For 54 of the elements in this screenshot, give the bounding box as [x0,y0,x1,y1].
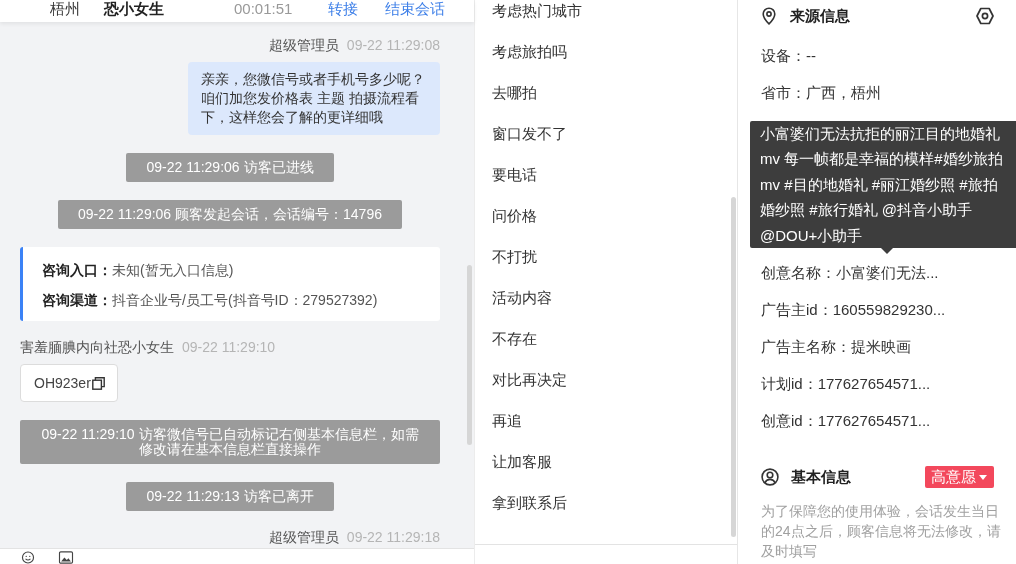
sender-name: 超级管理员 [268,529,339,545]
message-bubble: 亲亲，您微信号或者手机号多少呢？咱们加您发价格表 主题 拍摄流程看下，这样您会了解的更详细哦 [188,62,440,135]
location-label: 梧州 [50,0,80,18]
message-time: 09-22 11:29:18 [346,529,440,545]
session-duration: 00:01:51 [234,0,293,18]
info-field: 计划id：177627654571... [761,374,994,394]
quick-reply-item[interactable]: 拿到联系后 [492,493,567,513]
quick-reply-item[interactable]: 再追 [492,411,522,431]
message-text: OH923er [34,375,91,391]
user-icon [761,468,779,486]
caret-icon [979,474,987,480]
section-title: 来源信息 [790,6,850,26]
info-line: 咨询渠道：抖音企业号/员工号(抖音号ID：279527392) [42,291,379,310]
quick-reply-item[interactable]: 不存在 [492,329,537,349]
pointer-icon [881,248,893,254]
action-link[interactable]: 转接 [328,0,358,18]
info-line: 咨询入口：未知(暂无入口信息) [42,261,235,280]
info-field: 设备：-- [761,46,994,66]
quick-reply-item[interactable]: 窗口发不了 [492,124,567,144]
sender-name: 超级管理员 [268,37,339,53]
quick-reply-item[interactable]: 考虑旅拍吗 [492,42,567,62]
image-icon[interactable] [58,551,74,564]
tooltip: 小富婆们无法抗拒的丽江目的地婚礼mv 每一帧都是幸福的模样#婚纱旅拍mv #目的地婚礼 #丽江婚纱照 #旅拍婚纱照 #旅行婚礼 @抖音小助手 @DOU+小助手 [750,121,1016,254]
quick-reply-item[interactable]: 不打扰 [492,247,537,267]
sender-name: 害羞腼腆内向社恐小女生 [20,339,174,355]
quick-reply-item[interactable]: 考虑热门城市 [492,1,582,21]
scrollbar-thumb[interactable] [731,197,736,537]
smiley-icon[interactable] [21,551,35,564]
info-field: 创意id：177627654571... [761,411,994,431]
info-field: 广告主id：160559829230... [761,300,994,320]
intent-dropdown[interactable]: 高意愿 [925,466,994,488]
quick-reply-item[interactable]: 要电话 [492,165,537,185]
info-field: 省市：广西，梧州 [761,83,994,103]
settings-icon[interactable] [976,7,994,25]
system-notice: 09-22 11:29:10 访客微信号已自动标记右侧基本信息栏，如需修改请在基本信息栏直接操作 [20,420,440,464]
quick-reply-item[interactable]: 去哪拍 [492,83,537,103]
info-field: 广告主名称：提米映画 [761,337,994,357]
system-notice: 09-22 11:29:13 访客已离开 [126,482,334,511]
scrollbar-thumb[interactable] [467,265,472,445]
quick-reply-item[interactable]: 活动内容 [492,288,552,308]
message-time: 09-22 11:29:08 [346,37,440,53]
contact-name: 恐小女生 [104,0,164,18]
section-title: 基本信息 [791,467,851,487]
system-notice: 09-22 11:29:06 访客已进线 [126,153,334,182]
copy-icon[interactable] [91,376,105,390]
quick-reply-item[interactable]: 问价格 [492,206,537,226]
notice-text: 为了保障您的使用体验，会话发生当日的24点之后，顾客信息将无法修改，请及时填写 [761,502,1002,561]
quick-reply-item[interactable]: 让加客服 [492,452,552,472]
system-notice: 09-22 11:29:06 顾客发起会话，会话编号：14796 [58,200,402,229]
action-link[interactable]: 结束会话 [385,0,445,18]
quick-reply-item[interactable]: 对比再决定 [492,370,567,390]
info-field: 创意名称：小富婆们无法... [761,263,994,283]
location-pin-icon [761,7,777,25]
message-time: 09-22 11:29:10 [182,339,276,355]
